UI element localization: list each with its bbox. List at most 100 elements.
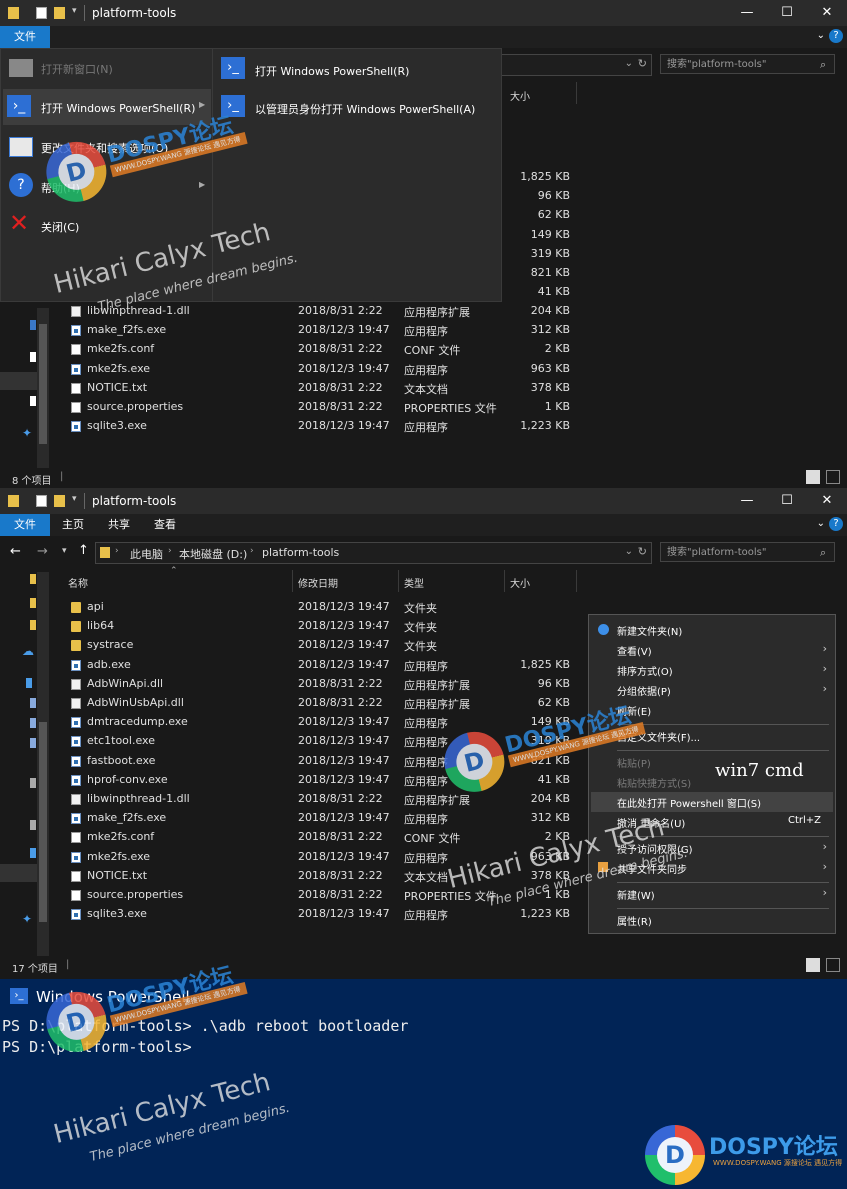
table-row[interactable]: mke2fs.conf 2018/8/31 2:22 CONF 文件 2 KB [50,340,590,359]
scrollbar-thumb[interactable] [39,722,47,922]
column-divider[interactable] [292,570,293,592]
table-row[interactable]: mke2fs.conf 2018/8/31 2:22 CONF 文件 2 KB [50,828,590,847]
date-column-header[interactable]: 修改日期 [298,575,338,590]
nav-item-marker[interactable] [30,396,36,406]
column-divider[interactable] [576,570,577,592]
help-icon[interactable]: ? [829,517,843,531]
table-row[interactable]: hprof-conv.exe 2018/12/3 19:47 应用程序 41 KB [50,771,590,790]
breadcrumb-this-pc[interactable]: 此电脑 [130,546,163,562]
context-menu-item[interactable]: 粘贴快捷方式(S) [617,775,691,790]
large-icons-view-icon[interactable] [826,470,840,484]
help-icon[interactable]: ? [829,29,843,43]
dropdown-chevron-icon[interactable]: ⌄ [625,58,633,69]
minimize-button[interactable]: — [727,488,767,514]
tab-view[interactable]: 查看 [154,514,176,536]
context-menu-item[interactable]: 粘贴(P) [617,755,651,770]
network-icon[interactable]: ✦ [22,426,32,440]
nav-item-marker[interactable] [30,718,36,728]
size-column-header[interactable]: 大小 [510,88,530,103]
context-menu-item[interactable]: 新建文件夹(N) [617,623,682,638]
nav-item-marker[interactable] [30,848,36,858]
nav-item-marker[interactable] [30,778,36,788]
submenu-item-open-powershell[interactable]: 打开 Windows PowerShell(R) [255,63,409,79]
back-arrow-icon[interactable]: ← [10,544,21,559]
nav-item-marker[interactable] [30,320,36,330]
search-icon[interactable]: ⌕ [820,546,826,560]
nav-item-marker[interactable] [30,820,36,830]
quick-access-folder-icon[interactable] [30,620,36,630]
table-row[interactable]: AdbWinUsbApi.dll 2018/8/31 2:22 应用程序扩展 62 K… [50,694,590,713]
context-menu-item[interactable]: 在此处打开 Powershell 窗口(S) [617,795,761,810]
nav-item-marker[interactable] [30,352,36,362]
network-icon[interactable]: ✦ [22,912,32,926]
type-column-header[interactable]: 类型 [404,575,424,590]
properties-icon[interactable] [36,495,47,507]
nav-scrollbar[interactable] [37,572,49,956]
customize-qat-icon[interactable]: ▾ [72,6,77,16]
chevron-down-icon[interactable]: ⌄ [817,30,825,41]
quick-access-folder-icon[interactable] [30,598,36,608]
search-input[interactable]: 搜索"platform-tools" [660,542,835,562]
search-icon[interactable]: ⌕ [820,58,826,72]
up-arrow-icon[interactable]: ↑ [78,543,89,558]
scrollbar-thumb[interactable] [39,324,47,444]
refresh-icon[interactable]: ↻ [638,545,647,558]
name-column-header[interactable]: 名称 [68,575,88,590]
table-row[interactable]: make_f2fs.exe 2018/12/3 19:47 应用程序 312 KB [50,809,590,828]
submenu-item-open-powershell-admin[interactable]: 以管理员身份打开 Windows PowerShell(A) [255,101,475,117]
properties-icon[interactable] [36,7,47,19]
close-button[interactable]: ✕ [807,488,847,514]
table-row[interactable]: sqlite3.exe 2018/12/3 19:47 应用程序 1,223 KB [50,905,590,924]
details-view-icon[interactable] [806,958,820,972]
onedrive-icon[interactable]: ☁ [22,644,34,658]
menu-item-open-powershell[interactable]: 打开 Windows PowerShell(R) [41,100,195,116]
table-row[interactable]: make_f2fs.exe 2018/12/3 19:47 应用程序 312 KB [50,321,590,340]
breadcrumb-platform-tools[interactable]: platform-tools [262,546,339,559]
size-column-header[interactable]: 大小 [510,575,530,590]
new-folder-icon[interactable] [54,495,65,507]
nav-item-selected[interactable] [0,372,40,390]
table-row[interactable]: adb.exe 2018/12/3 19:47 应用程序 1,825 KB [50,656,590,675]
column-divider[interactable] [576,82,577,104]
dropdown-chevron-icon[interactable]: ⌄ [625,546,633,557]
chevron-down-icon[interactable]: ⌄ [817,518,825,529]
context-menu-item[interactable]: 分组依据(P) [617,683,671,698]
table-row[interactable]: NOTICE.txt 2018/8/31 2:22 文本文档 378 KB [50,379,590,398]
minimize-button[interactable]: — [727,0,767,26]
context-menu-item[interactable]: 属性(R) [617,913,652,928]
large-icons-view-icon[interactable] [826,958,840,972]
table-row[interactable]: systrace 2018/12/3 19:47 文件夹 [50,636,590,655]
tab-home[interactable]: 主页 [62,514,84,536]
menu-item-new-window[interactable]: 打开新窗口(N) [41,61,113,77]
recent-locations-icon[interactable]: ▾ [62,546,67,556]
search-input[interactable]: 搜索"platform-tools" [660,54,835,74]
table-row[interactable]: api 2018/12/3 19:47 文件夹 [50,598,590,617]
menu-item-close[interactable]: 关闭(C) [41,219,79,235]
new-folder-icon[interactable] [54,7,65,19]
nav-item-marker[interactable] [30,698,36,708]
column-divider[interactable] [398,570,399,592]
forward-arrow-icon[interactable]: → [37,544,48,559]
close-button[interactable]: ✕ [807,0,847,26]
quick-access-folder-icon[interactable] [30,574,36,584]
maximize-button[interactable]: ☐ [767,488,807,514]
this-pc-icon[interactable] [26,678,32,688]
nav-item-marker[interactable] [30,738,36,748]
table-row[interactable]: sqlite3.exe 2018/12/3 19:47 应用程序 1,223 KB [50,417,590,436]
tab-share[interactable]: 共享 [108,514,130,536]
file-tab[interactable]: 文件 [0,514,50,536]
nav-scrollbar[interactable] [37,308,49,468]
breadcrumb-local-disk[interactable]: 本地磁盘 (D:) [179,546,247,562]
table-row[interactable]: source.properties 2018/8/31 2:22 PROPERTIE… [50,398,590,417]
table-row[interactable]: lib64 2018/12/3 19:47 文件夹 [50,617,590,636]
nav-item-selected[interactable] [0,864,40,882]
maximize-button[interactable]: ☐ [767,0,807,26]
file-tab[interactable]: 文件 [0,26,50,48]
context-menu-item[interactable]: 查看(V) [617,643,652,658]
address-box[interactable]: › 此电脑 › 本地磁盘 (D:) › platform-tools ⌄ ↻ [95,542,652,564]
table-row[interactable]: libwinpthread-1.dll 2018/8/31 2:22 应用程序扩展 2… [50,790,590,809]
details-view-icon[interactable] [806,470,820,484]
customize-qat-icon[interactable]: ▾ [72,494,77,504]
column-divider[interactable] [504,570,505,592]
context-menu-item[interactable]: 排序方式(O) [617,663,673,678]
